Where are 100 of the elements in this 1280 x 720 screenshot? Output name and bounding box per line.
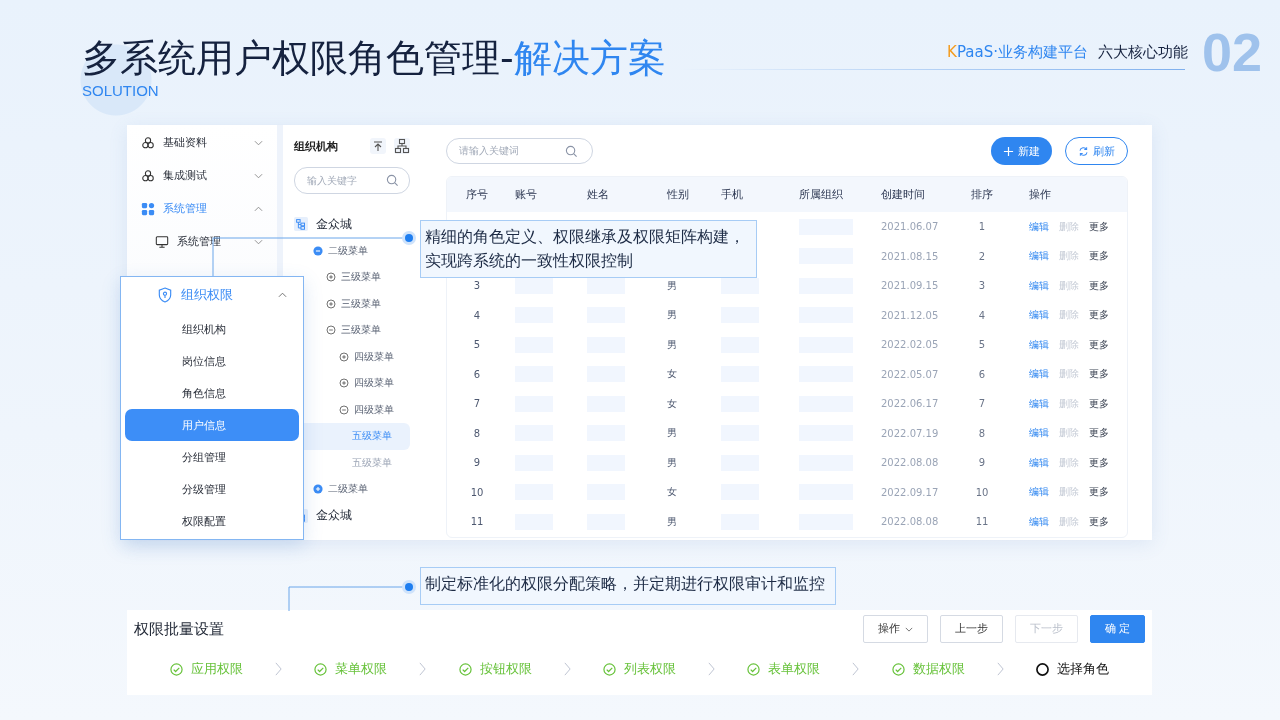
- row-action-link[interactable]: 编辑: [1029, 455, 1049, 470]
- sidebar-item[interactable]: 基础资料: [127, 126, 277, 159]
- table-cell-text: 8: [977, 427, 987, 439]
- chevron-right-icon: [852, 661, 860, 677]
- menu-item[interactable]: 权限配置: [125, 505, 299, 537]
- slide-subtitle: SOLUTION: [82, 82, 160, 99]
- chevron-right-icon: [996, 661, 1004, 677]
- step-item[interactable]: 选择角色: [1035, 660, 1109, 678]
- plus-icon: [1003, 145, 1014, 157]
- menu-item[interactable]: 用户信息: [125, 409, 299, 441]
- row-action-link[interactable]: 更多: [1089, 426, 1109, 441]
- row-action-link[interactable]: 编辑: [1029, 396, 1049, 411]
- check-circle-icon: [747, 662, 761, 676]
- table-cell-text: 4: [977, 309, 987, 321]
- circles-icon: [141, 168, 155, 183]
- step-item[interactable]: 应用权限: [170, 660, 243, 678]
- search-field[interactable]: 输入关键字: [294, 167, 410, 194]
- caret-down-icon: [254, 172, 263, 179]
- tree-node[interactable]: 金众城: [294, 211, 410, 238]
- collapse-icon: [313, 245, 323, 256]
- row-action-link[interactable]: 编辑: [1029, 308, 1049, 323]
- row-action-link[interactable]: 更多: [1089, 367, 1109, 382]
- new-button[interactable]: 新建: [991, 137, 1052, 165]
- step-item[interactable]: 菜单权限: [314, 660, 388, 678]
- step-item[interactable]: 数据权限: [891, 660, 965, 678]
- caret-down-icon: [904, 626, 913, 632]
- row-action-link[interactable]: 更多: [1089, 396, 1109, 411]
- step-button[interactable]: 上一步: [939, 615, 1003, 643]
- callout-tooltip: 精细的角色定义、权限继承及权限矩阵构建，实现跨系统的一致性权限控制: [420, 220, 757, 278]
- hierarchy-icon[interactable]: [394, 138, 410, 154]
- table-cell-text: 3: [472, 280, 482, 292]
- row-action-link[interactable]: 编辑: [1029, 278, 1049, 293]
- check-circle-icon: [314, 662, 328, 676]
- refresh-button[interactable]: 刷新: [1065, 137, 1128, 165]
- row-action-link[interactable]: 编辑: [1029, 485, 1049, 500]
- sidebar-item[interactable]: 系统管理: [127, 192, 277, 225]
- table-cell-text: 2022.08.08: [880, 457, 940, 469]
- refresh-icon: [1078, 145, 1089, 157]
- row-action-link[interactable]: 更多: [1089, 219, 1109, 234]
- row-action-link[interactable]: 更多: [1089, 308, 1109, 323]
- table-cell-text: 9: [472, 457, 482, 469]
- sidebar-item[interactable]: 系统管理: [127, 225, 277, 258]
- step-button[interactable]: 确 定: [1089, 615, 1145, 643]
- column-header: 姓名: [586, 187, 610, 202]
- chevron-right-icon: [275, 661, 283, 677]
- row-action-link[interactable]: 编辑: [1029, 514, 1049, 529]
- table-cell-text: 4: [472, 309, 482, 321]
- callout-tooltip: 制定标准化的权限分配策略，并定期进行权限审计和监控: [420, 567, 836, 605]
- table-cell-text: 6: [472, 368, 482, 380]
- expand-icon: [326, 272, 336, 283]
- step-item[interactable]: 表单权限: [747, 660, 821, 678]
- section-label: 六大核心功能: [1097, 42, 1188, 62]
- row-action-link[interactable]: 编辑: [1029, 219, 1049, 234]
- expand-icon: [313, 484, 323, 495]
- chevron-right-icon: [563, 661, 571, 677]
- row-action-link[interactable]: 更多: [1089, 485, 1109, 500]
- caret-up-icon: [278, 292, 287, 298]
- step-item[interactable]: 按钮权限: [458, 660, 532, 678]
- table-cell-text: 11: [974, 516, 990, 528]
- row-action-link[interactable]: 更多: [1089, 514, 1109, 529]
- column-header: 手机: [720, 187, 744, 202]
- column-header: 创建时间: [880, 187, 926, 202]
- chevron-right-icon: [419, 661, 427, 677]
- row-action-link[interactable]: 更多: [1089, 337, 1109, 352]
- table-cell-text: 3: [977, 280, 987, 292]
- row-action-link[interactable]: 编辑: [1029, 426, 1049, 441]
- column-header: 序号: [465, 187, 489, 202]
- panel-title: 组织机构: [294, 138, 338, 154]
- table-cell-text: 2021.06.07: [880, 221, 940, 233]
- table-cell-text: 10: [974, 486, 990, 498]
- table-cell-text: 女: [666, 396, 678, 411]
- check-circle-icon: [170, 662, 183, 676]
- row-action-link[interactable]: 更多: [1089, 455, 1109, 470]
- table-cell-text: 2021.12.05: [880, 309, 940, 321]
- collapse-icon[interactable]: [370, 138, 386, 154]
- step-item[interactable]: 列表权限: [602, 660, 676, 678]
- row-action-link[interactable]: 更多: [1089, 278, 1109, 293]
- chevron-right-icon: [708, 661, 716, 677]
- expand-icon: [339, 351, 349, 362]
- search-icon: [565, 144, 578, 158]
- expand-icon: [326, 298, 336, 309]
- tree-node[interactable]: 二级菜单: [294, 237, 410, 264]
- row-action-link[interactable]: 编辑: [1029, 367, 1049, 382]
- column-header: 操作: [1028, 187, 1052, 202]
- row-action-link[interactable]: 更多: [1089, 249, 1109, 264]
- expand-icon: [339, 378, 349, 389]
- row-action-link[interactable]: 编辑: [1029, 249, 1049, 264]
- step-button[interactable]: 操作: [862, 615, 928, 643]
- column-header: 排序: [970, 187, 994, 202]
- table-cell-text: 男: [666, 337, 678, 352]
- table-cell-text: 2021.08.15: [880, 250, 940, 262]
- section-number: 02: [1201, 21, 1262, 83]
- table-cell-text: 2022.07.19: [880, 427, 940, 439]
- collapse-icon: [326, 325, 336, 336]
- row-action-link[interactable]: 编辑: [1029, 337, 1049, 352]
- circle-icon: [1035, 662, 1049, 676]
- caret-down-icon: [254, 238, 263, 245]
- sidebar-item[interactable]: 集成测试: [127, 159, 277, 192]
- slide-title: 多系统用户权限角色管理-解决方案: [82, 35, 666, 82]
- column-header: 所属组织: [798, 187, 844, 202]
